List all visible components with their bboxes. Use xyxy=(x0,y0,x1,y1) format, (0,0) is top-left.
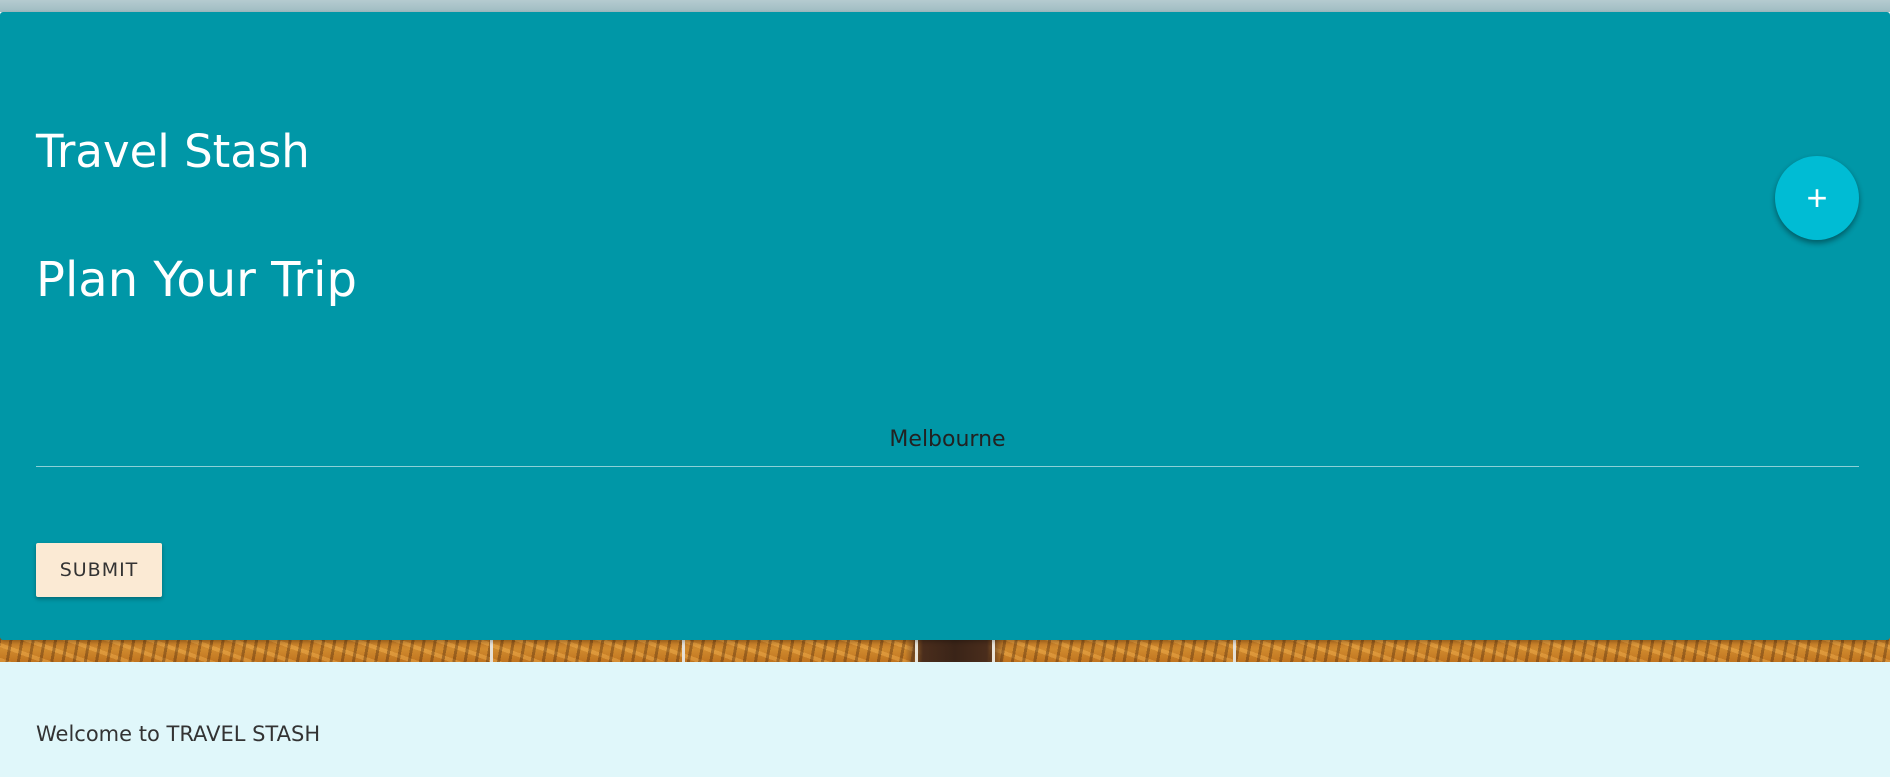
destination-input[interactable] xyxy=(36,412,1859,467)
roadside-post xyxy=(1233,640,1236,662)
roadside-post xyxy=(490,640,493,662)
add-button[interactable]: + xyxy=(1775,156,1859,240)
plan-trip-heading: Plan Your Trip xyxy=(36,252,357,308)
trip-planner-card: Travel Stash Plan Your Trip + SUBMIT xyxy=(0,12,1890,640)
plus-icon: + xyxy=(1806,177,1828,218)
top-strip xyxy=(0,0,1890,12)
page: Travel Stash Plan Your Trip + SUBMIT Wel… xyxy=(0,0,1890,777)
welcome-text: Welcome to TRAVEL STASH xyxy=(36,722,321,746)
app-title: Travel Stash xyxy=(36,125,310,178)
destination-field xyxy=(36,412,1859,468)
footer-section: Welcome to TRAVEL STASH xyxy=(0,662,1890,777)
roadside-post xyxy=(682,640,685,662)
submit-button[interactable]: SUBMIT xyxy=(36,543,162,597)
